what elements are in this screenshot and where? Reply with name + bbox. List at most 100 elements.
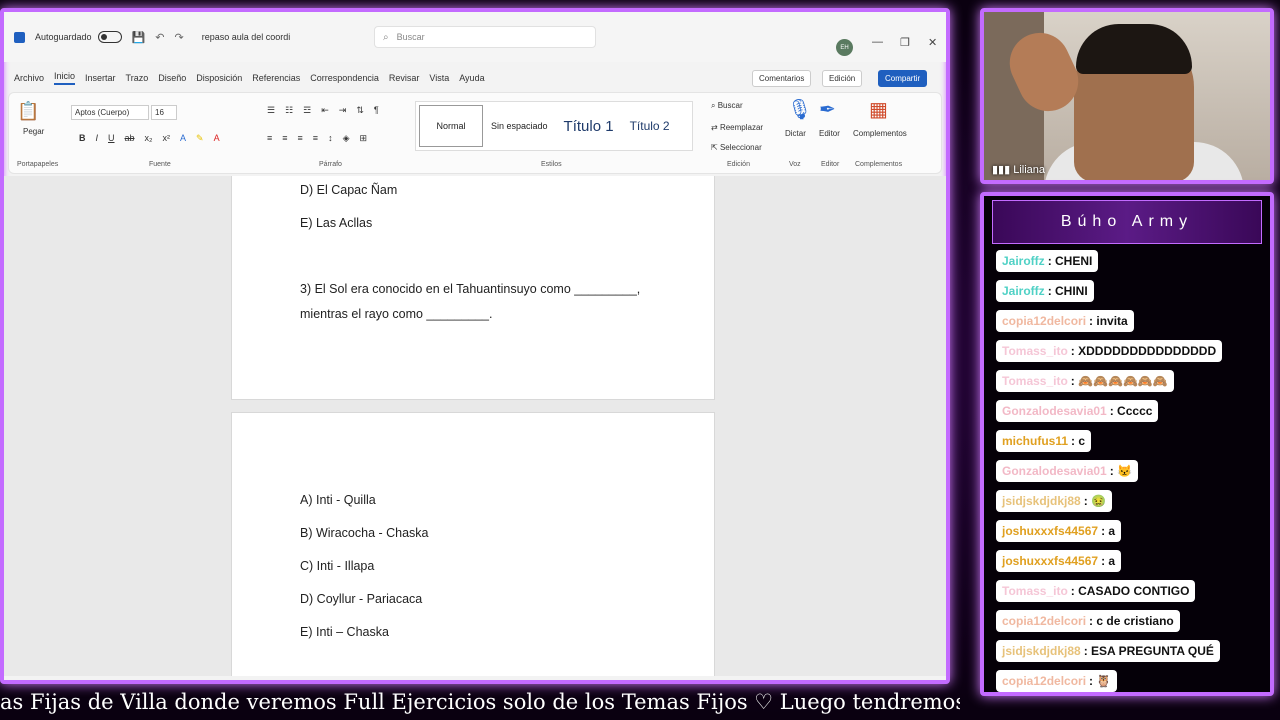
italic-icon[interactable]: I [96, 133, 99, 144]
bullets-icon[interactable]: ☰ [267, 105, 275, 116]
chat-username: Tomass_ito [1002, 344, 1068, 358]
redo-icon[interactable]: ↷ [174, 31, 183, 44]
chat-message: joshuxxxfs44567: a [996, 550, 1122, 572]
chat-message: Jairoffz: CHENI [996, 250, 1099, 272]
avatar[interactable]: EH [836, 39, 853, 56]
style-normal[interactable]: Normal [419, 105, 483, 147]
save-icon[interactable]: 💾 [132, 31, 146, 44]
search-input[interactable]: ⌕ Buscar [374, 26, 596, 48]
close-icon[interactable]: ✕ [928, 36, 937, 49]
text-effects-icon[interactable]: A [180, 133, 186, 144]
undo-icon[interactable]: ↶ [155, 31, 164, 44]
menu-inicio[interactable]: Inicio [54, 71, 76, 85]
chat-username: copia12delcori [1002, 314, 1087, 328]
replace-label: Reemplazar [719, 123, 764, 132]
search-icon: ⌕ [383, 31, 389, 43]
font-name-select[interactable]: Aptos (Cuerpo) [71, 105, 149, 120]
menu-archivo[interactable]: Archivo [14, 73, 44, 83]
menu-insertar[interactable]: Insertar [85, 73, 116, 83]
strikethrough-icon[interactable]: ab [125, 133, 135, 144]
editor-button[interactable]: Editor [819, 129, 840, 138]
select-button[interactable]: ⇱ Seleccionar [711, 143, 762, 152]
chat-message: jsidjskdjdkj88: 🤢 [996, 490, 1112, 512]
webcam-person-hair [1076, 24, 1192, 74]
addins-button[interactable]: Complementos [853, 129, 907, 138]
menu-diseno[interactable]: Diseño [158, 73, 186, 83]
align-right-icon[interactable]: ≡ [298, 133, 303, 144]
autosave-toggle[interactable] [97, 31, 122, 43]
word-window: Autoguardado 💾 ↶ ↷ repaso aula del coord… [0, 8, 950, 684]
chat-username: jsidjskdjdkj88 [1002, 644, 1081, 658]
minimize-icon[interactable]: — [872, 36, 883, 48]
chat-message: copia12delcori: c de cristiano [996, 610, 1180, 632]
chat-text: : c [1071, 434, 1086, 448]
find-button[interactable]: ⌕ Buscar [711, 101, 743, 111]
menu-disposicion[interactable]: Disposición [196, 73, 242, 83]
microphone-icon[interactable]: 🎙 [787, 97, 812, 122]
chat-text: : Ccccc [1109, 404, 1153, 418]
share-button[interactable]: Compartir [878, 70, 928, 87]
addins-icon[interactable]: ▦ [869, 97, 888, 122]
webcam-name-label: ▮▮▮ Liliana [992, 164, 1046, 176]
style-heading-1[interactable]: Título 1 [556, 118, 622, 135]
decrease-indent-icon[interactable]: ⇤ [321, 105, 329, 116]
menu-revisar[interactable]: Revisar [389, 73, 420, 83]
chat-username: Gonzalodesavia01 [1002, 464, 1107, 478]
increase-indent-icon[interactable]: ⇥ [339, 105, 347, 116]
align-center-icon[interactable]: ≡ [282, 133, 287, 144]
editor-icon[interactable]: ✒ [819, 97, 836, 122]
highlight-icon[interactable]: ✎ [196, 133, 204, 144]
autosave-label: Autoguardado [35, 32, 92, 42]
document-name[interactable]: repaso aula del coordi [202, 32, 291, 42]
font-size-select[interactable]: 16 [151, 105, 177, 120]
shading-icon[interactable]: ◈ [343, 133, 350, 144]
document-page[interactable]: D) El Capac Ñam E) Las Acllas 3) El Sol … [231, 176, 715, 400]
chat-message: Tomass_ito: XDDDDDDDDDDDDDDD [996, 340, 1223, 362]
chat-text: : invita [1089, 314, 1128, 328]
chat-username: michufus11 [1002, 434, 1069, 448]
bold-icon[interactable]: B [79, 133, 86, 144]
option-d: D) Coyllur - Pariacaca [300, 592, 423, 606]
find-label: Buscar [717, 101, 743, 110]
align-left-icon[interactable]: ≡ [267, 133, 272, 144]
numbering-icon[interactable]: ☷ [285, 105, 293, 116]
document-page[interactable]: A) Inti - Quilla B) Wiracocha - Chaska C… [231, 412, 715, 676]
chat-text: : a [1101, 554, 1116, 568]
select-label: Seleccionar [719, 143, 762, 152]
group-paragraph: Párrafo [319, 161, 342, 168]
underline-icon[interactable]: U [108, 133, 115, 144]
format-row: B I U ab x₂ x² A ✎ A [79, 133, 220, 144]
document-canvas[interactable]: D) El Capac Ñam E) Las Acllas 3) El Sol … [4, 176, 946, 676]
replace-button[interactable]: ⇄ Reemplazar [711, 123, 763, 132]
multilevel-icon[interactable]: ☲ [303, 105, 311, 116]
style-heading-2[interactable]: Título 2 [622, 119, 678, 133]
borders-icon[interactable]: ⊞ [359, 133, 367, 144]
dictate-button[interactable]: Dictar [785, 129, 806, 138]
group-font: Fuente [149, 161, 171, 168]
comments-button[interactable]: Comentarios [752, 70, 812, 87]
chat-text: : 🤢 [1083, 494, 1106, 508]
paste-icon[interactable]: 📋 [17, 101, 39, 122]
chat-message: Gonzalodesavia01: Ccccc [996, 400, 1159, 422]
superscript-icon[interactable]: x² [163, 133, 171, 144]
menu-vista[interactable]: Vista [429, 73, 449, 83]
chat-text: : 😾 [1109, 464, 1132, 478]
menu-correspondencia[interactable]: Correspondencia [310, 73, 379, 83]
subscript-icon[interactable]: x₂ [145, 133, 153, 144]
chat-text: : c de cristiano [1089, 614, 1174, 628]
edit-mode-button[interactable]: Edición [822, 70, 863, 87]
search-placeholder: Buscar [396, 32, 425, 42]
style-no-spacing[interactable]: Sin espaciado [483, 121, 556, 131]
restore-icon[interactable]: ❐ [900, 36, 910, 49]
menu-trazo[interactable]: Trazo [126, 73, 149, 83]
justify-icon[interactable]: ≡ [313, 133, 318, 144]
font-color-icon[interactable]: A [214, 133, 220, 144]
paste-button[interactable]: Pegar [23, 127, 44, 136]
status-bar [4, 676, 946, 680]
menu-referencias[interactable]: Referencias [252, 73, 300, 83]
sort-icon[interactable]: ⇅ [356, 105, 364, 116]
line-spacing-icon[interactable]: ↕ [328, 133, 333, 144]
chat-message: Tomass_ito: CASADO CONTIGO [996, 580, 1196, 602]
pilcrow-icon[interactable]: ¶ [374, 105, 379, 116]
menu-ayuda[interactable]: Ayuda [459, 73, 484, 83]
